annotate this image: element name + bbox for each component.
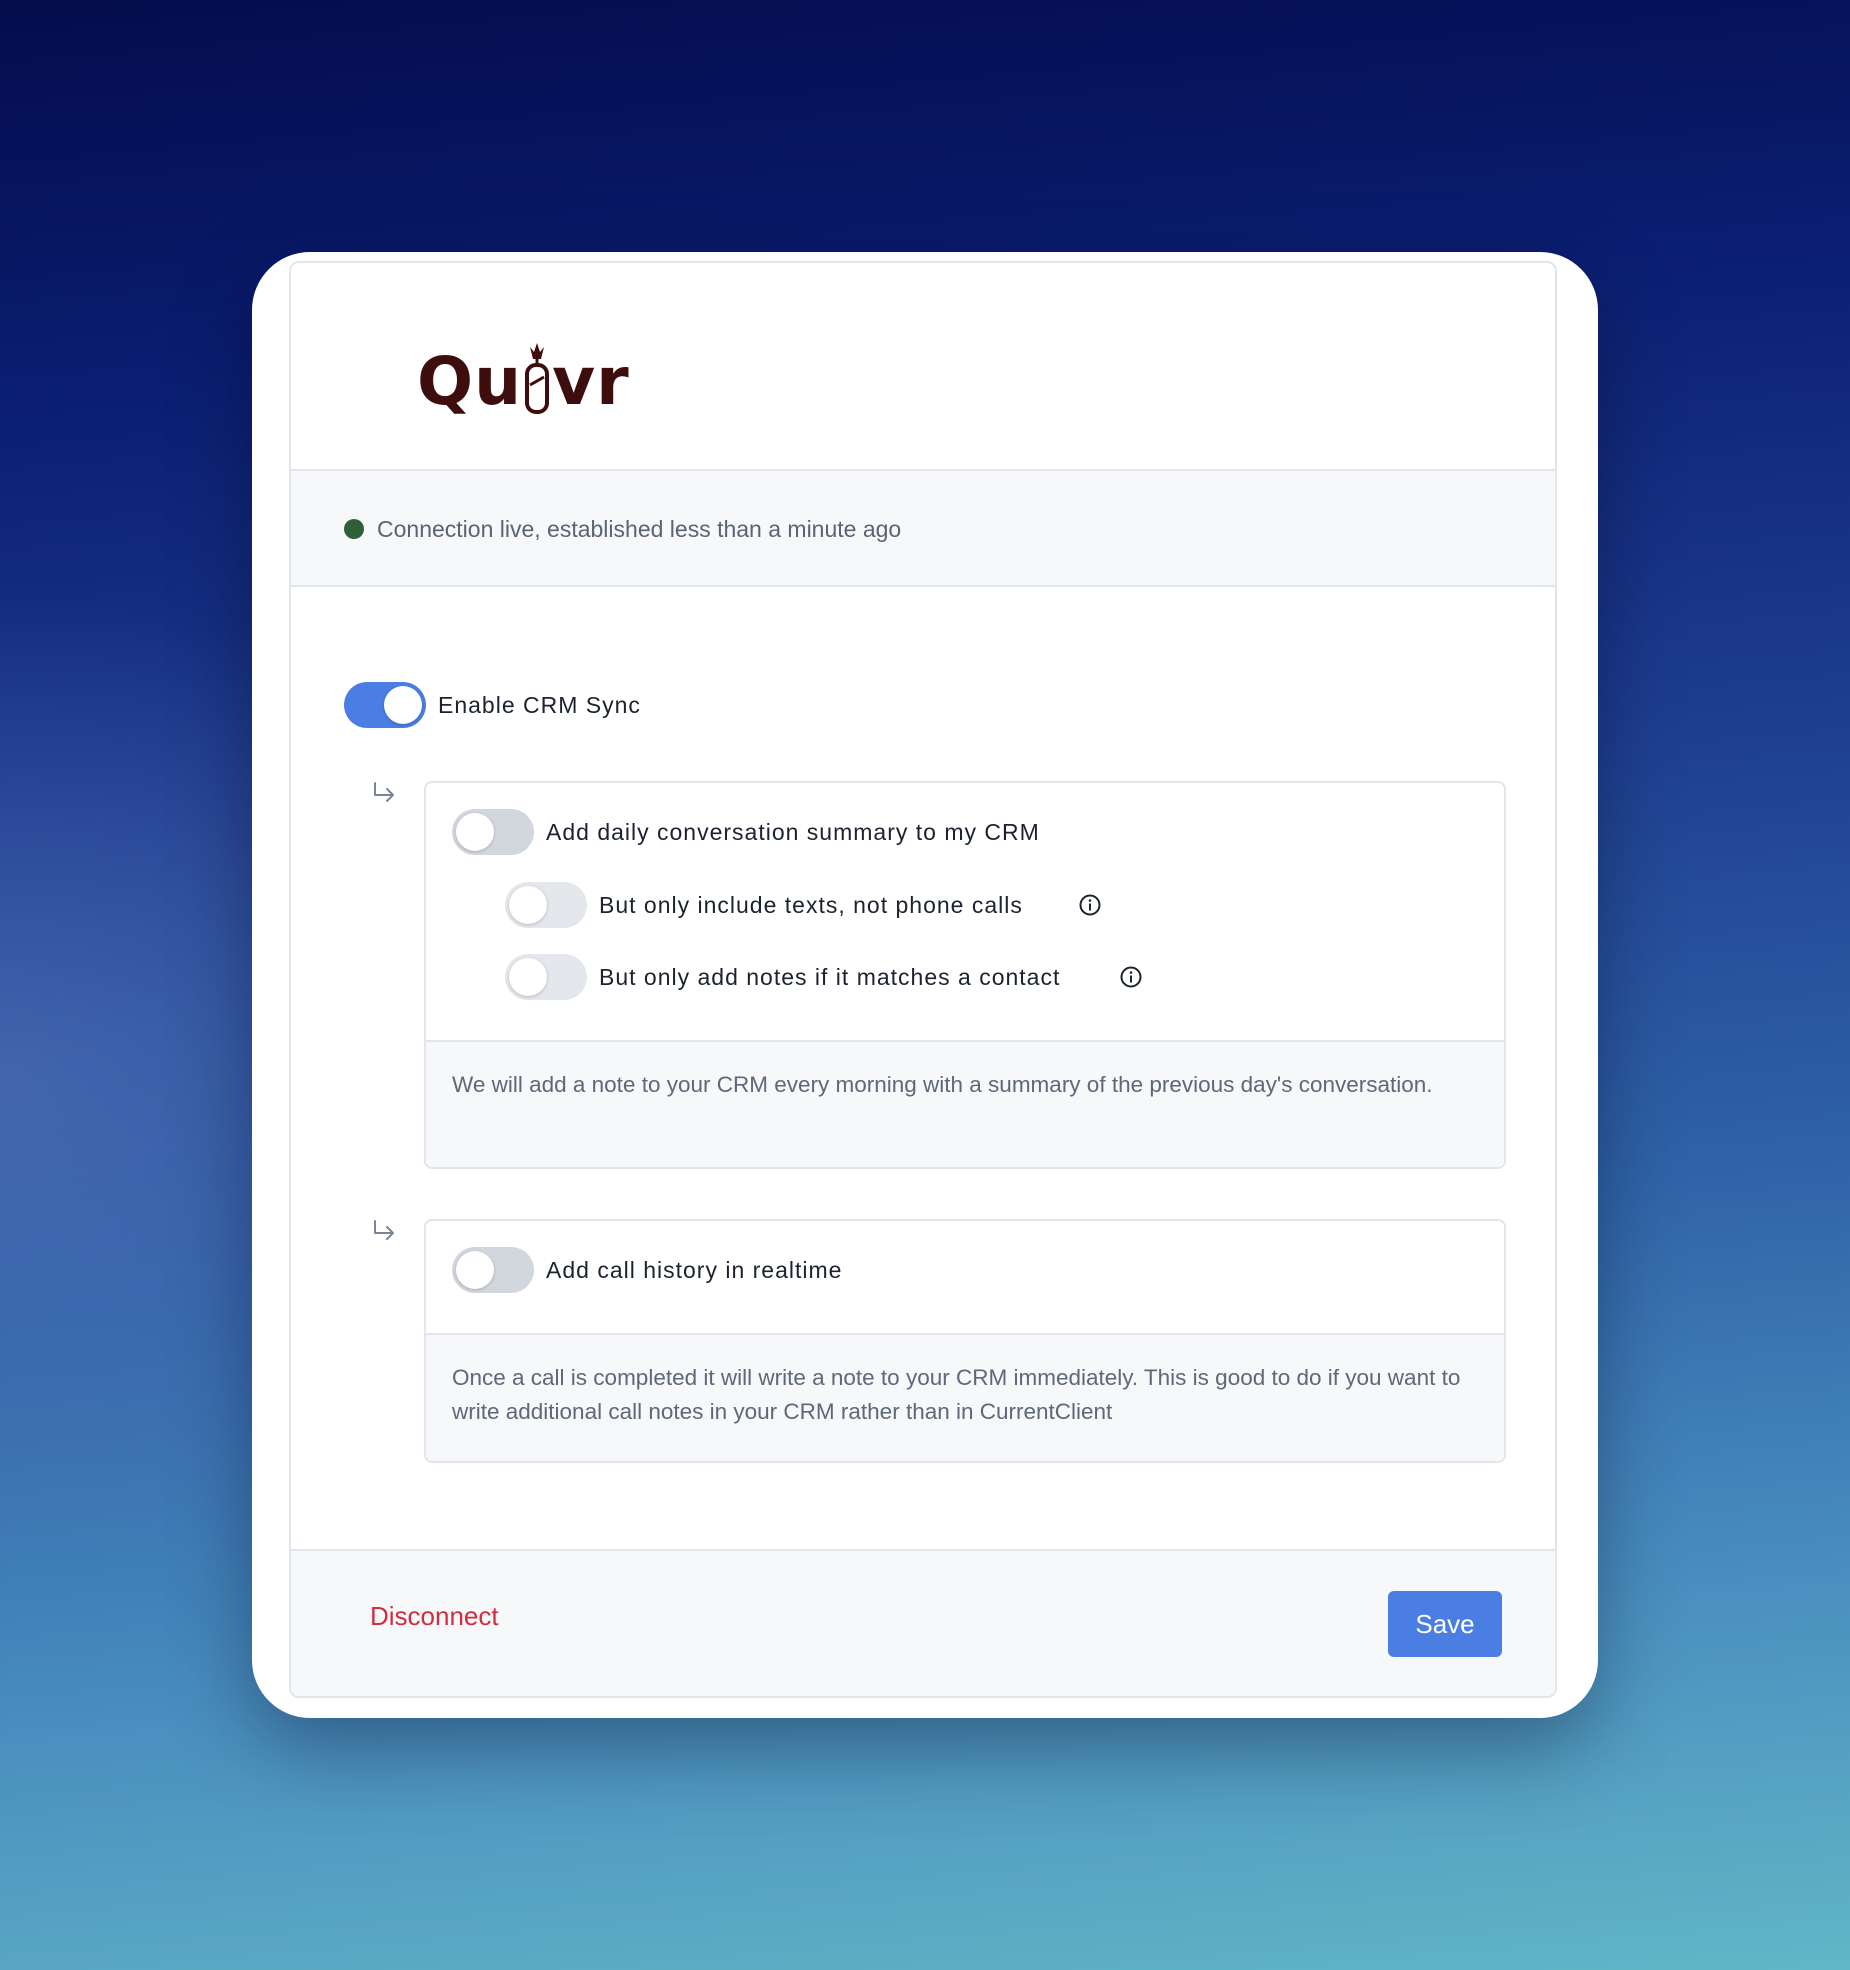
toggle-knob: [384, 686, 422, 724]
texts-only-label: But only include texts, not phone calls: [599, 892, 1023, 918]
match-contact-toggle[interactable]: [505, 954, 587, 1000]
toggle-knob: [456, 1251, 494, 1289]
daily-summary-label: Add daily conversation summary to my CRM: [546, 819, 1040, 845]
card-header: Qu vr: [291, 263, 1555, 471]
disconnect-button[interactable]: Disconnect: [370, 1601, 499, 1632]
status-dot-icon: [344, 519, 364, 539]
call-history-description: Once a call is completed it will write a…: [452, 1365, 1461, 1424]
toggle-knob: [509, 886, 547, 924]
connection-status-text: Connection live, established less than a…: [377, 516, 902, 542]
logo-text-left: Qu: [417, 343, 523, 420]
quiver-icon: [525, 343, 550, 414]
call-history-description-area: Once a call is completed it will write a…: [426, 1333, 1504, 1461]
daily-summary-description: We will add a note to your CRM every mor…: [452, 1072, 1433, 1097]
toggle-knob: [456, 813, 494, 851]
info-icon[interactable]: [1120, 966, 1142, 988]
quivr-logo: Qu vr: [417, 325, 630, 415]
call-history-panel: Add call history in realtime Once a call…: [424, 1219, 1506, 1463]
match-contact-label: But only add notes if it matches a conta…: [599, 964, 1061, 990]
sub-arrow-icon: [374, 1220, 394, 1240]
logo-text-right: vr: [552, 343, 630, 420]
call-history-toggle[interactable]: [452, 1247, 534, 1293]
daily-summary-description-area: We will add a note to your CRM every mor…: [426, 1040, 1504, 1167]
card-footer: Disconnect Save: [291, 1549, 1555, 1696]
save-button[interactable]: Save: [1388, 1591, 1502, 1657]
enable-crm-sync-label: Enable CRM Sync: [438, 692, 641, 718]
crm-settings-card: Qu vr Connection live, established less …: [289, 261, 1557, 1698]
texts-only-toggle[interactable]: [505, 882, 587, 928]
info-icon[interactable]: [1079, 894, 1101, 916]
toggle-knob: [509, 958, 547, 996]
connection-status-bar: Connection live, established less than a…: [291, 471, 1555, 587]
sub-arrow-icon: [374, 782, 394, 802]
enable-crm-sync-toggle[interactable]: [344, 682, 426, 728]
call-history-label: Add call history in realtime: [546, 1257, 843, 1283]
daily-summary-toggle[interactable]: [452, 809, 534, 855]
daily-summary-panel: Add daily conversation summary to my CRM…: [424, 781, 1506, 1169]
